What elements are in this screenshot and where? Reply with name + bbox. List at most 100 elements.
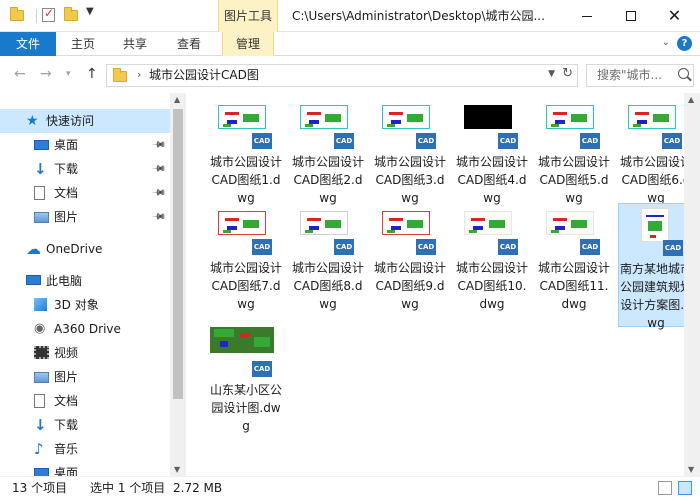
desktop-icon: [34, 140, 49, 150]
tab-manage[interactable]: 管理: [222, 32, 274, 56]
address-dropdown-icon[interactable]: ▼: [548, 69, 555, 79]
address-row: ← → ▾ ↑ › 城市公园设计CAD图 ▼ ↻ 搜索"城市...: [0, 57, 700, 93]
new-folder-icon[interactable]: [64, 7, 80, 23]
maximize-button[interactable]: [608, 0, 653, 32]
large-icons-view-icon[interactable]: [678, 481, 692, 495]
nav-item-label: 快速访问: [46, 114, 95, 128]
file-thumbnail: [382, 105, 430, 129]
scroll-down-icon[interactable]: ▼: [174, 465, 180, 474]
nav-item[interactable]: 3D 对象: [0, 293, 170, 317]
file-thumbnail: [210, 327, 274, 353]
item-count: 13 个项目: [12, 481, 68, 495]
file-item[interactable]: CAD 城市公园设计CAD图纸6.dwg: [618, 97, 694, 217]
nav-item[interactable]: ◉ A360 Drive: [0, 317, 170, 341]
customize-quick-access-icon[interactable]: ▼: [86, 6, 94, 17]
nav-scrollbar[interactable]: ▲ ▼: [170, 93, 186, 476]
file-item[interactable]: CAD 城市公园设计CAD图纸3.dwg: [372, 97, 448, 217]
file-item[interactable]: CAD 城市公园设计CAD图纸9.dwg: [372, 203, 448, 323]
file-name: 城市公园设计CAD图纸10.dwg: [455, 261, 528, 311]
cad-file-icon: CAD: [252, 239, 272, 255]
nav-item[interactable]: 桌面: [0, 461, 170, 476]
nav-item[interactable]: 此电脑: [0, 269, 170, 293]
file-name: 城市公园设计CAD图纸6.dwg: [619, 155, 692, 205]
document-icon: [34, 186, 45, 200]
nav-item[interactable]: 文档 📌: [0, 181, 170, 205]
refresh-icon[interactable]: ↻: [562, 66, 573, 81]
nav-item[interactable]: 文档: [0, 389, 170, 413]
3d-objects-icon: [34, 298, 47, 311]
file-item[interactable]: CAD 城市公园设计CAD图纸2.dwg: [290, 97, 366, 217]
content-scrollbar[interactable]: ▲ ▼: [684, 93, 700, 476]
file-item[interactable]: CAD 城市公园设计CAD图纸7.dwg: [208, 203, 284, 323]
close-icon: ✕: [667, 6, 682, 25]
file-item[interactable]: CAD 城市公园设计CAD图纸11.dwg: [536, 203, 612, 323]
onedrive-icon: ☁: [26, 240, 41, 258]
nav-item-label: 视频: [54, 346, 79, 360]
a360-icon: ◉: [34, 321, 46, 336]
file-name: 城市公园设计CAD图纸3.dwg: [373, 155, 446, 205]
nav-item[interactable]: ↓ 下载 📌: [0, 157, 170, 181]
file-name: 南方某地城市公园建筑规划设计方案图.dwg: [619, 262, 692, 330]
breadcrumb[interactable]: 城市公园设计CAD图: [149, 65, 259, 86]
file-thumbnail: [546, 211, 594, 235]
tab-share[interactable]: 共享: [114, 32, 156, 56]
star-icon: ★: [26, 113, 39, 129]
tab-home[interactable]: 主页: [62, 32, 104, 56]
scrollbar-thumb[interactable]: [173, 109, 183, 399]
file-item[interactable]: CAD 山东某小区公园设计图.dwg: [208, 325, 284, 445]
nav-item[interactable]: 图片: [0, 365, 170, 389]
nav-item[interactable]: 图片 📌: [0, 205, 170, 229]
minimize-icon: [581, 15, 592, 17]
scroll-down-icon[interactable]: ▼: [688, 465, 694, 474]
tab-file[interactable]: 文件: [0, 32, 56, 56]
nav-item[interactable]: ★ 快速访问: [0, 109, 170, 133]
back-arrow-icon[interactable]: ←: [14, 66, 26, 82]
help-icon[interactable]: ?: [677, 36, 692, 51]
cad-file-icon: CAD: [416, 239, 436, 255]
recent-locations-icon[interactable]: ▾: [66, 69, 71, 79]
cad-file-icon: CAD: [580, 133, 600, 149]
window-title: C:\Users\Administrator\Desktop\城市公园...: [292, 9, 545, 23]
pin-icon[interactable]: 📌: [146, 205, 171, 230]
file-item[interactable]: CAD 城市公园设计CAD图纸8.dwg: [290, 203, 366, 323]
file-name: 城市公园设计CAD图纸11.dwg: [537, 261, 610, 311]
nav-item[interactable]: ☁ OneDrive: [0, 237, 170, 261]
nav-item[interactable]: ↓ 下载: [0, 413, 170, 437]
file-item[interactable]: CAD 城市公园设计CAD图纸4.dwg: [454, 97, 530, 217]
minimize-button[interactable]: [564, 0, 609, 32]
file-thumbnail: [464, 211, 512, 235]
file-thumbnail: [641, 208, 669, 242]
file-name: 城市公园设计CAD图纸2.dwg: [291, 155, 364, 205]
file-name: 城市公园设计CAD图纸1.dwg: [209, 155, 282, 205]
file-item[interactable]: CAD 城市公园设计CAD图纸10.dwg: [454, 203, 530, 323]
nav-item[interactable]: 视频: [0, 341, 170, 365]
pin-icon[interactable]: 📌: [146, 133, 171, 158]
details-view-icon[interactable]: [658, 481, 672, 495]
file-item[interactable]: CAD 南方某地城市公园建筑规划设计方案图.dwg: [618, 203, 694, 330]
breadcrumb-chevron-icon[interactable]: ›: [137, 68, 141, 81]
pin-icon[interactable]: 📌: [146, 181, 171, 206]
file-name: 城市公园设计CAD图纸7.dwg: [209, 261, 282, 311]
properties-icon[interactable]: [42, 6, 58, 23]
chevron-down-icon[interactable]: ⌄: [662, 37, 670, 48]
nav-item[interactable]: 桌面 📌: [0, 133, 170, 157]
search-input[interactable]: 搜索"城市...: [586, 64, 694, 87]
file-item[interactable]: CAD 城市公园设计CAD图纸1.dwg: [208, 97, 284, 217]
nav-item-label: 下载: [54, 162, 79, 176]
file-item[interactable]: CAD 城市公园设计CAD图纸5.dwg: [536, 97, 612, 217]
close-button[interactable]: ✕: [652, 0, 697, 32]
address-bar[interactable]: › 城市公园设计CAD图 ▼ ↻: [106, 64, 578, 87]
pin-icon[interactable]: 📌: [146, 157, 171, 182]
forward-arrow-icon[interactable]: →: [40, 66, 52, 82]
tab-view[interactable]: 查看: [168, 32, 210, 56]
navigation-pane: ★ 快速访问 桌面 📌 ↓ 下载 📌 文档 📌 图片 📌 ☁ OneDrive 此电脑 3D 对象 ◉ A360…: [0, 93, 186, 476]
scroll-up-icon[interactable]: ▲: [688, 95, 694, 104]
nav-item[interactable]: ♪ 音乐: [0, 437, 170, 461]
file-thumbnail: [218, 105, 266, 129]
scroll-up-icon[interactable]: ▲: [174, 95, 180, 104]
folder-icon[interactable]: [10, 7, 26, 23]
cad-file-icon: CAD: [498, 239, 518, 255]
up-arrow-icon[interactable]: ↑: [86, 66, 98, 82]
cad-file-icon: CAD: [252, 361, 272, 377]
ribbon: 文件 主页 共享 查看 管理 ⌄ ?: [0, 32, 700, 56]
